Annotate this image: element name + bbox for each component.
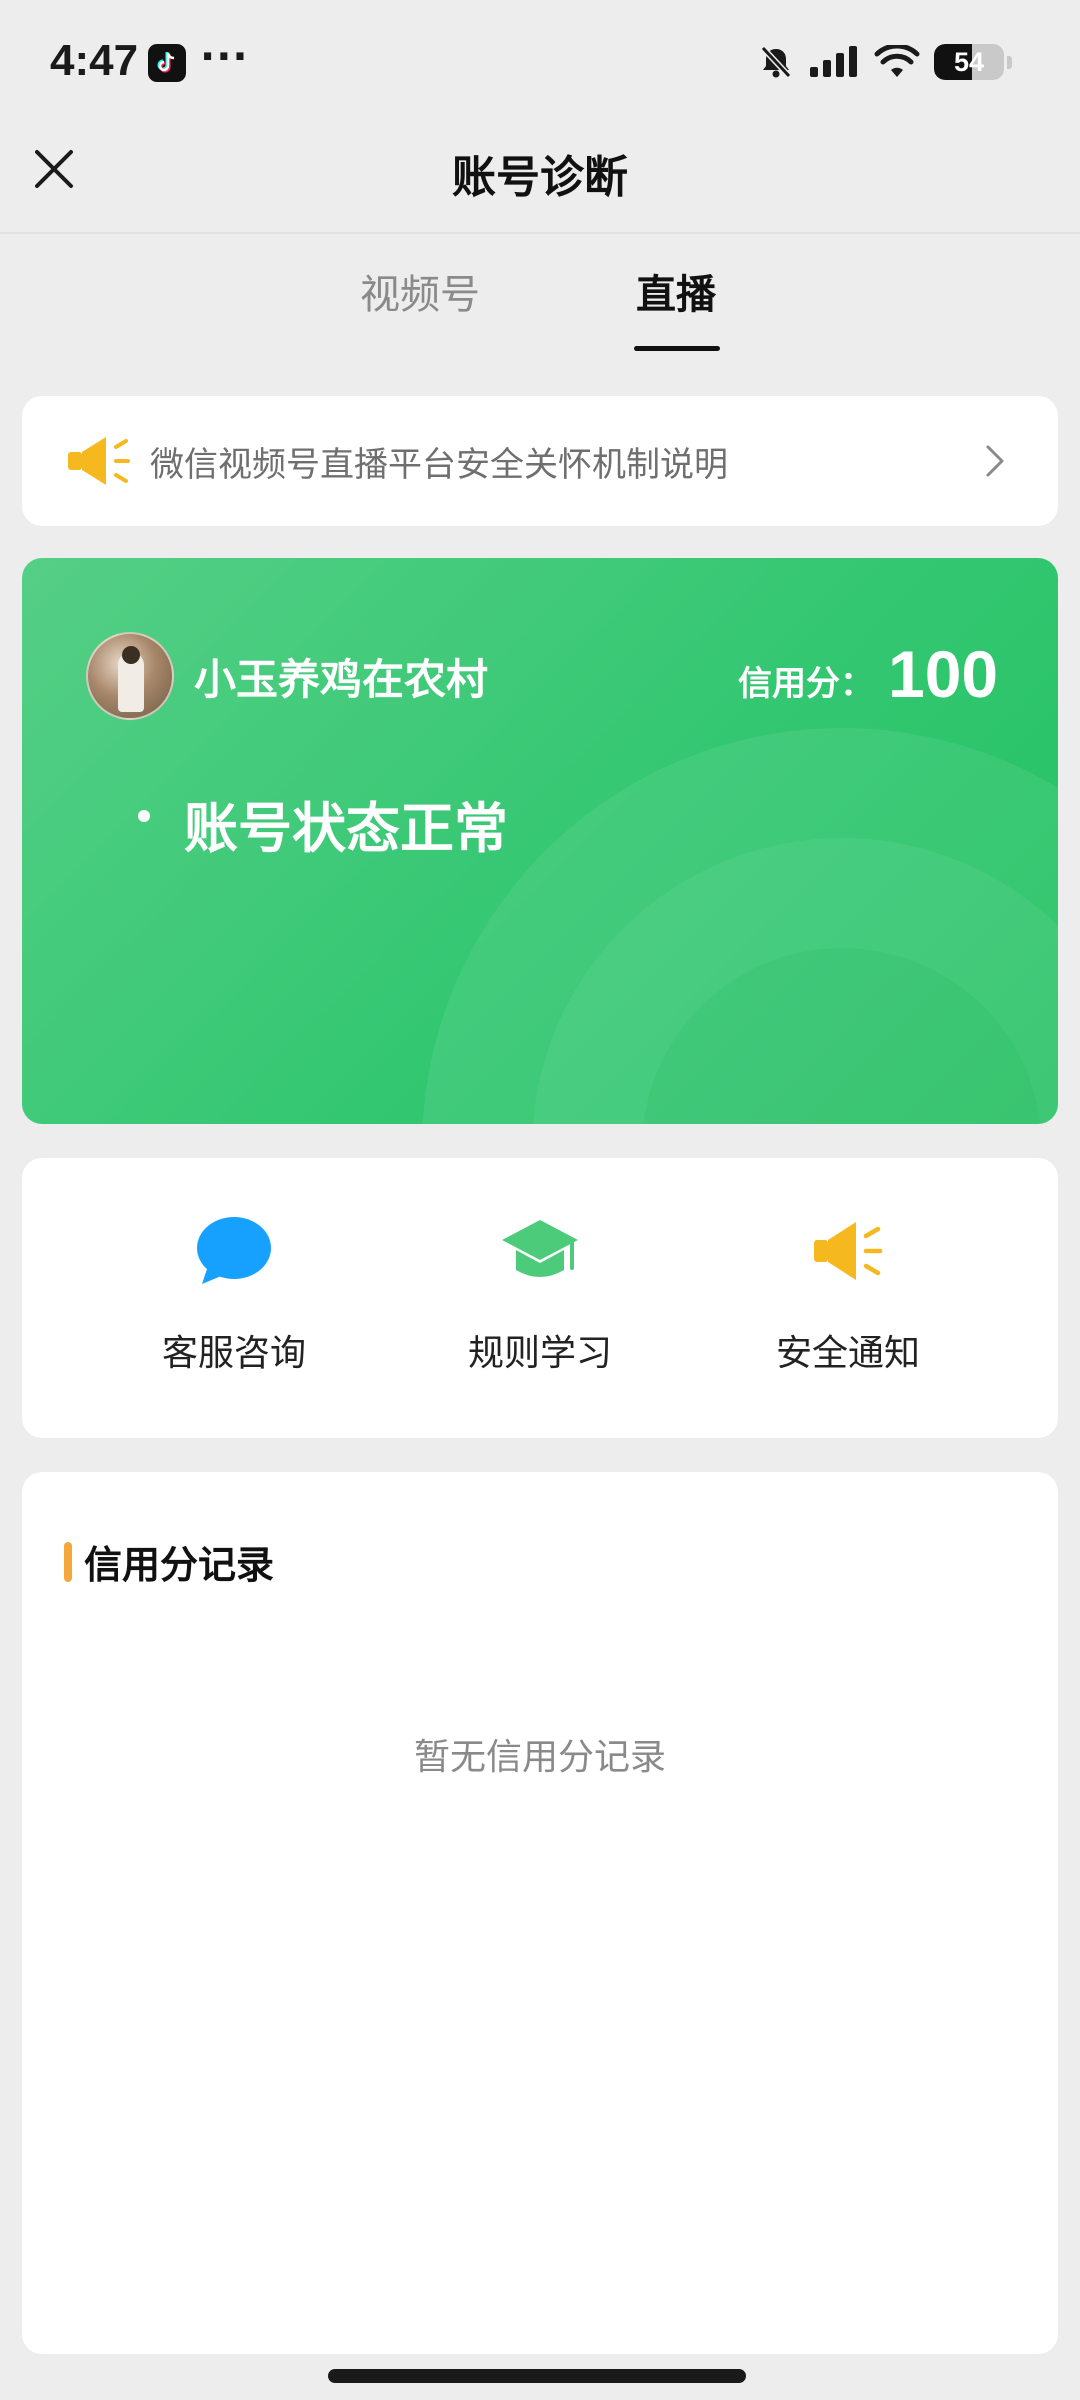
account-status-card: 小玉养鸡在农村 信用分： 100 账号状态正常: [22, 558, 1058, 1124]
customer-service-label: 客服咨询: [161, 1333, 306, 1374]
credit-records-card: 信用分记录 暂无信用分记录: [22, 1472, 1058, 2354]
bell-muted-icon: [760, 45, 792, 79]
status-icons: 54: [758, 44, 1012, 80]
tiktok-icon: [148, 44, 186, 82]
customer-service-button[interactable]: 客服咨询: [114, 1212, 354, 1376]
status-bar: 4:47 ··· 54: [0, 0, 1080, 125]
empty-state-text: 暂无信用分记录: [413, 1737, 666, 1778]
page-title: 账号诊断: [452, 152, 628, 203]
status-bullet: [138, 810, 150, 822]
notice-text: 微信视频号直播平台安全关怀机制说明: [150, 444, 728, 485]
home-indicator[interactable]: [328, 2369, 746, 2383]
megaphone-icon: [814, 1222, 883, 1280]
status-time: 4:47: [50, 36, 139, 85]
battery-nub: [1007, 55, 1012, 69]
credit-score-value: 100: [888, 637, 999, 711]
safety-mechanism-notice[interactable]: 微信视频号直播平台安全关怀机制说明: [22, 396, 1058, 526]
battery-level: 54: [953, 47, 985, 77]
safety-notice-button[interactable]: 安全通知: [728, 1212, 968, 1376]
cellular-signal-icon: [810, 46, 857, 77]
chevron-right-icon: [986, 445, 1004, 477]
tab-live[interactable]: 直播: [636, 262, 716, 320]
nav-divider: [0, 232, 1080, 234]
chat-bubble-icon: [197, 1217, 271, 1284]
tab-video-channel[interactable]: 视频号: [360, 262, 480, 320]
avatar-head: [122, 646, 140, 664]
section-accent-bar: [64, 1542, 72, 1582]
credit-records-title: 信用分记录: [84, 1543, 275, 1587]
quick-actions: 客服咨询 规则学习 安全通知: [22, 1158, 1058, 1438]
wifi-icon: [874, 45, 920, 77]
rules-learning-label: 规则学习: [467, 1333, 612, 1374]
battery-icon: 54: [934, 44, 1004, 80]
rules-learning-button[interactable]: 规则学习: [420, 1212, 660, 1376]
active-tab-indicator: [634, 346, 720, 351]
nav-bar: 账号诊断: [0, 125, 1080, 235]
more-notifications-indicator: ···: [200, 34, 249, 80]
avatar[interactable]: [86, 632, 174, 720]
username: 小玉养鸡在农村: [194, 655, 489, 704]
megaphone-icon: [68, 437, 130, 485]
account-status-text: 账号状态正常: [184, 797, 508, 860]
safety-notice-label: 安全通知: [775, 1333, 920, 1374]
credit-score-label: 信用分：: [738, 664, 874, 704]
graduation-cap-icon: [502, 1220, 578, 1277]
